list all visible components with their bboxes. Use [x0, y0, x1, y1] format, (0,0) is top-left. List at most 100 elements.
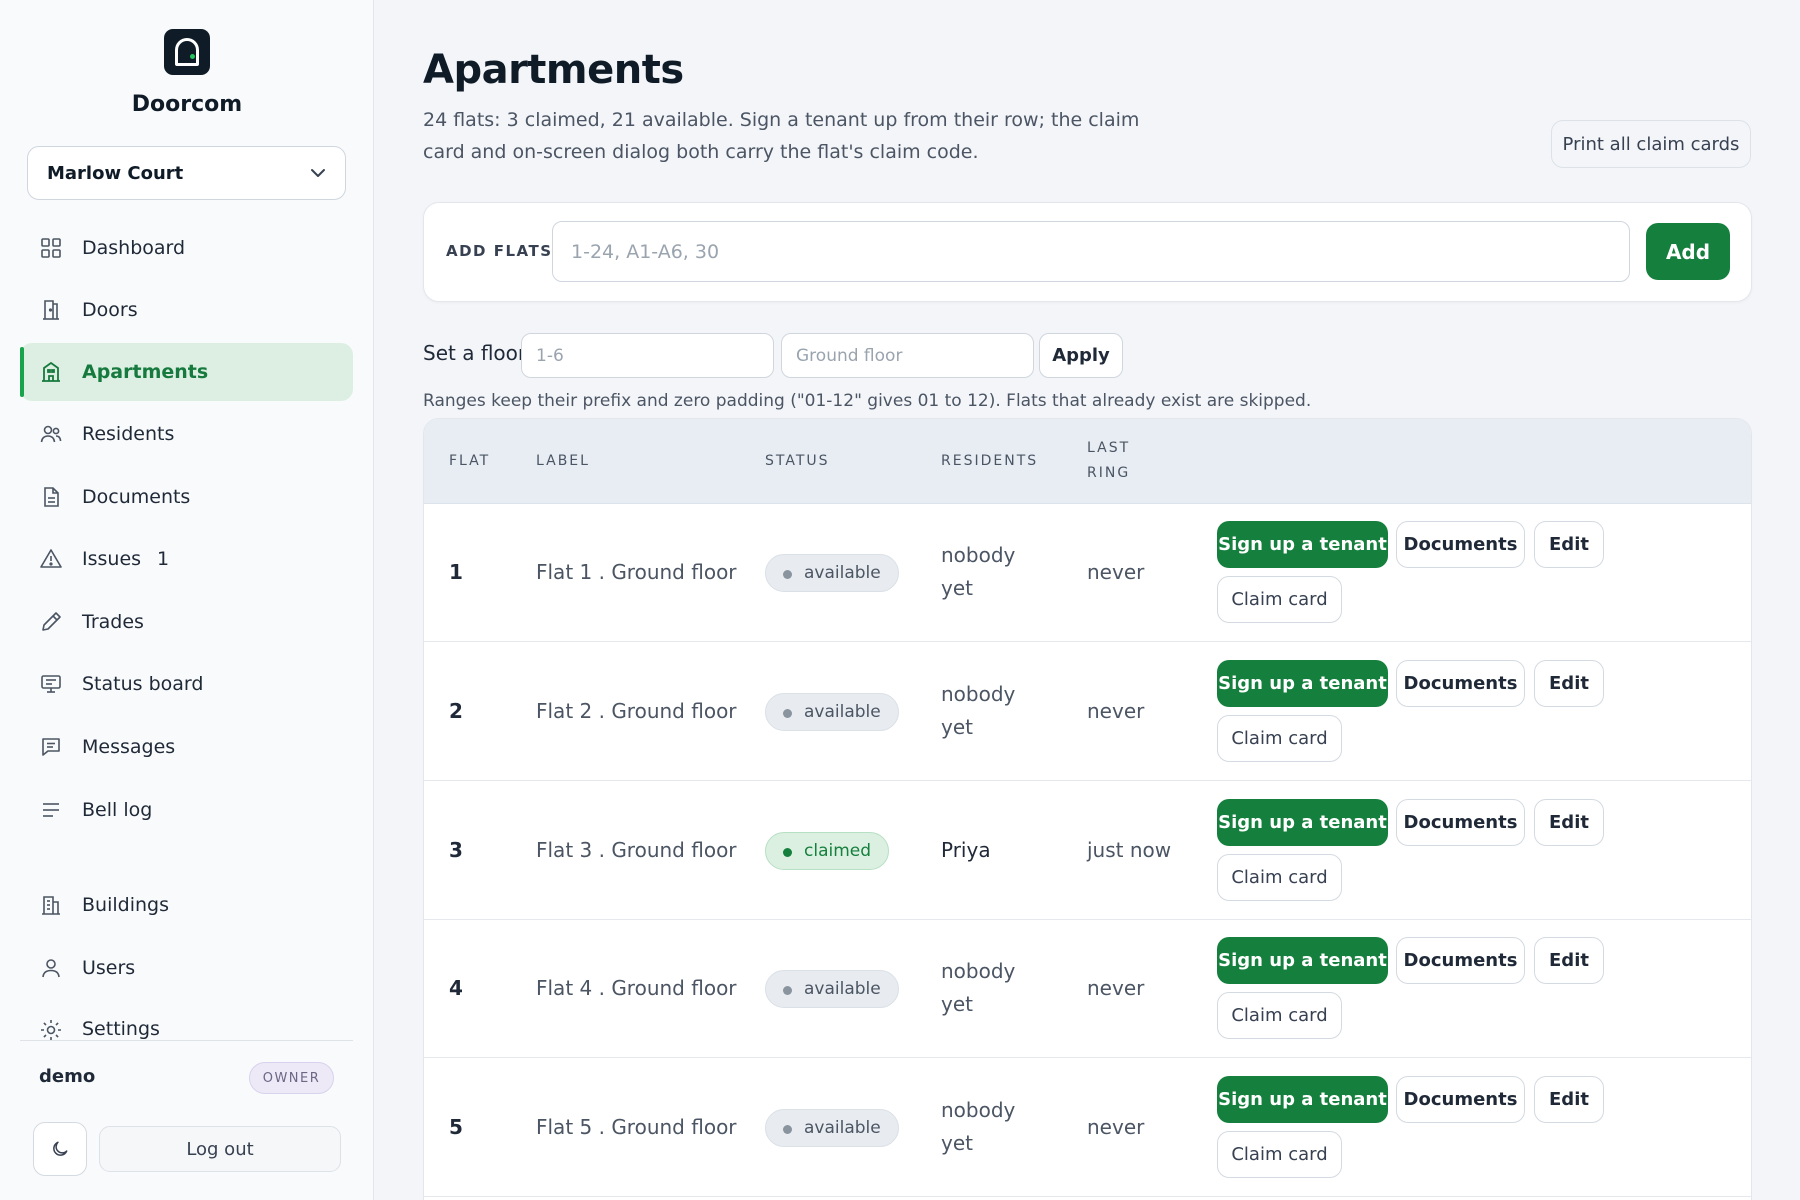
documents-button[interactable]: Documents	[1396, 1076, 1525, 1123]
column-header-label: LABEL	[536, 453, 590, 469]
brand-name: Doorcom	[131, 92, 243, 117]
flat-label: Flat 4 . Ground floor	[536, 976, 737, 1000]
flat-number: 4	[449, 976, 463, 1000]
table-row: 2 Flat 2 . Ground floor available nobody…	[424, 643, 1751, 781]
sidebar-item-issues[interactable]: Issues 1	[20, 530, 353, 588]
claim-card-button[interactable]: Claim card	[1217, 1131, 1342, 1178]
claim-card-button[interactable]: Claim card	[1217, 992, 1342, 1039]
flat-number: 2	[449, 699, 463, 723]
sidebar-item-messages[interactable]: Messages	[20, 718, 353, 776]
sidebar-item-label: Issues	[82, 548, 142, 570]
sidebar-item-label: Dashboard	[82, 237, 186, 259]
sign-up-tenant-button[interactable]: Sign up a tenant	[1217, 521, 1388, 568]
floor-range-input[interactable]	[521, 333, 774, 378]
wrench-icon	[42, 612, 61, 631]
edit-button[interactable]: Edit	[1534, 1076, 1604, 1123]
add-flats-button[interactable]: Add	[1646, 223, 1730, 280]
sidebar-item-label: Documents	[82, 486, 191, 508]
residents-line1: nobody	[941, 682, 1016, 706]
table-header: FLAT LABEL STATUS RESIDENTS LAST RING	[424, 419, 1751, 504]
residents-line2: yet	[941, 1131, 973, 1155]
moon-icon	[53, 1141, 68, 1156]
flat-number: 1	[449, 560, 463, 584]
column-header-flat: FLAT	[449, 453, 491, 469]
user-icon	[42, 959, 60, 978]
sign-up-tenant-button[interactable]: Sign up a tenant	[1217, 660, 1388, 707]
residents-line2: yet	[941, 715, 973, 739]
add-flats-card: ADD FLATS Add	[423, 202, 1752, 302]
residents-line1: nobody	[941, 959, 1016, 983]
column-header-status: STATUS	[765, 453, 830, 469]
documents-button[interactable]: Documents	[1396, 660, 1525, 707]
door-icon	[43, 300, 59, 320]
documents-button[interactable]: Documents	[1396, 799, 1525, 846]
column-header-last-ring-line2: RING	[1087, 465, 1131, 481]
flat-label: Flat 1 . Ground floor	[536, 560, 737, 584]
table-row: 3 Flat 3 . Ground floor claimed Priya ju…	[424, 782, 1751, 920]
column-header-last-ring-line1: LAST	[1087, 440, 1131, 456]
sidebar-item-doors[interactable]: Doors	[20, 281, 353, 339]
warning-icon	[40, 549, 62, 568]
logout-button[interactable]: Log out	[99, 1126, 341, 1172]
claim-card-button[interactable]: Claim card	[1217, 715, 1342, 762]
documents-button[interactable]: Documents	[1396, 521, 1525, 568]
sign-up-tenant-button[interactable]: Sign up a tenant	[1217, 937, 1388, 984]
building-select[interactable]: Marlow Court	[27, 146, 346, 200]
theme-toggle-button[interactable]	[33, 1122, 87, 1176]
edit-button[interactable]: Edit	[1534, 799, 1604, 846]
last-ring: never	[1087, 560, 1145, 584]
claim-card-button[interactable]: Claim card	[1217, 854, 1342, 901]
building-select-value: Marlow Court	[47, 162, 184, 184]
message-icon	[42, 738, 60, 756]
sidebar-item-label: Trades	[82, 611, 144, 633]
print-all-claim-cards-button[interactable]: Print all claim cards	[1551, 120, 1751, 168]
list-icon	[43, 803, 59, 817]
settings-icon	[41, 1020, 61, 1040]
table-row: 5 Flat 5 . Ground floor available nobody…	[424, 1059, 1751, 1197]
sidebar-item-residents[interactable]: Residents	[20, 405, 353, 463]
documents-button[interactable]: Documents	[1396, 937, 1525, 984]
claim-card-button[interactable]: Claim card	[1217, 576, 1342, 623]
edit-button[interactable]: Edit	[1534, 660, 1604, 707]
residents-cell: Priya	[941, 838, 991, 862]
residents-line1: nobody	[941, 1098, 1016, 1122]
sign-up-tenant-button[interactable]: Sign up a tenant	[1217, 799, 1388, 846]
sidebar-item-apartments[interactable]: Apartments	[20, 343, 353, 401]
sidebar-item-buildings[interactable]: Buildings	[20, 876, 353, 934]
sidebar-item-label: Settings	[82, 1018, 160, 1040]
status-badge: available	[765, 693, 899, 731]
residents-line1: nobody	[941, 543, 1016, 567]
sidebar-item-label: Buildings	[82, 894, 169, 916]
doorcom-logo	[164, 29, 210, 75]
role-badge: OWNER	[249, 1062, 334, 1094]
sidebar-item-users[interactable]: Users	[20, 939, 353, 997]
sidebar-divider	[20, 1040, 353, 1041]
sign-up-tenant-button[interactable]: Sign up a tenant	[1217, 1076, 1388, 1123]
people-icon	[40, 425, 62, 443]
sidebar-item-dashboard[interactable]: Dashboard	[20, 219, 353, 277]
chevron-down-icon	[311, 169, 325, 177]
sidebar-item-bell-log[interactable]: Bell log	[20, 781, 353, 839]
sidebar-item-label: Apartments	[82, 361, 209, 383]
sidebar-item-status-board[interactable]: Status board	[20, 655, 353, 713]
flat-label: Flat 2 . Ground floor	[536, 699, 737, 723]
edit-button[interactable]: Edit	[1534, 937, 1604, 984]
status-badge: available	[765, 554, 899, 592]
apply-floor-button[interactable]: Apply	[1039, 333, 1123, 378]
add-flats-input[interactable]	[552, 221, 1630, 282]
sidebar: Doorcom Marlow Court Dashboard Doors Apa…	[0, 0, 374, 1200]
flat-number: 5	[449, 1115, 463, 1139]
sidebar-item-label: Doors	[82, 299, 138, 321]
sidebar-item-label: Users	[82, 957, 136, 979]
floor-name-input[interactable]	[781, 333, 1034, 378]
sidebar-item-trades[interactable]: Trades	[20, 593, 353, 651]
last-ring: just now	[1087, 838, 1172, 862]
last-ring: never	[1087, 976, 1145, 1000]
monitor-icon	[41, 675, 61, 693]
edit-button[interactable]: Edit	[1534, 521, 1604, 568]
apartments-table: FLAT LABEL STATUS RESIDENTS LAST RING 1 …	[423, 418, 1752, 1200]
sidebar-item-settings[interactable]: Settings	[20, 1001, 353, 1040]
sidebar-item-documents[interactable]: Documents	[20, 468, 353, 526]
issues-count-badge: 1	[157, 548, 170, 570]
flat-label: Flat 5 . Ground floor	[536, 1115, 737, 1139]
